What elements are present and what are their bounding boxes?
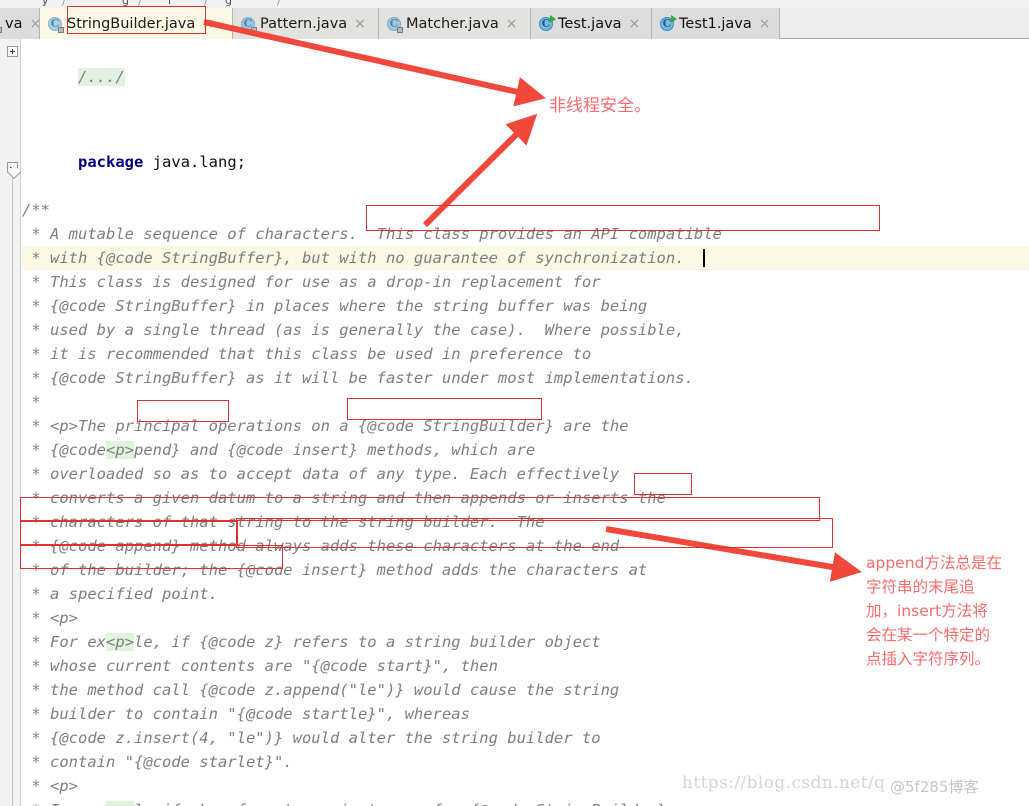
keyword-package: package (78, 153, 144, 171)
fold-placeholder[interactable]: /.../ (78, 68, 125, 86)
java-class-locked-icon: C (240, 16, 257, 33)
code-line-fold[interactable]: /.../ (22, 41, 1029, 86)
code-text: * overloaded so as to accept data of any… (22, 465, 620, 483)
breadcrumb-item-2[interactable]: r (168, 0, 173, 7)
tab-label: Pattern.java (260, 15, 348, 32)
code-line-package[interactable]: package java.lang; (22, 126, 1029, 171)
code-line-current[interactable]: * with {@code StringBuffer}, but with no… (22, 246, 1029, 270)
fold-collapse-icon[interactable] (7, 162, 18, 173)
code-line[interactable]: * a specified point. (22, 582, 1029, 606)
tab-label: Test.java (558, 15, 622, 32)
close-icon[interactable]: × (629, 17, 641, 31)
java-class-locked-icon: C (386, 16, 403, 33)
code-line[interactable]: * overloaded so as to accept data of any… (22, 462, 1029, 486)
code-line[interactable]: * the method call {@code z.append("le")}… (22, 678, 1029, 702)
fold-region-line (12, 178, 13, 806)
package-name: java.lang; (143, 153, 246, 171)
code-line[interactable]: * {@code StringBuffer} as it will be fas… (22, 366, 1029, 390)
code-text: * {@code StringBuffer} in places where t… (22, 297, 648, 315)
code-line[interactable]: * used by a single thread (as is general… (22, 318, 1029, 342)
tab-label: Matcher.java (406, 15, 499, 32)
tab-matcher-java[interactable]: C Matcher.java × (379, 8, 531, 39)
code-text: * {@code append} method always adds thes… (22, 537, 620, 555)
code-line[interactable]: * contain "{@code starlet}". (22, 750, 1029, 774)
code-content[interactable]: /.../ package java.lang; /** * A mutable… (22, 39, 1029, 806)
code-text: * it is recommended that this class be u… (22, 345, 592, 363)
close-icon[interactable]: × (202, 17, 214, 31)
breadcrumb-separator: / (277, 0, 281, 8)
code-editor[interactable]: /.../ package java.lang; /** * A mutable… (0, 39, 1029, 806)
tab-label: StringBuilder.java (67, 15, 196, 32)
code-tag-overlay: * <p> (22, 606, 1029, 651)
code-text: * characters of that string to the strin… (22, 513, 545, 531)
code-line[interactable]: /** (22, 198, 1029, 222)
fold-expand-icon[interactable] (7, 46, 18, 57)
code-line[interactable]: * of the builder; the {@code insert} met… (22, 558, 1029, 582)
code-text: * A mutable sequence of characters. This… (22, 225, 722, 243)
code-line[interactable]: * converts a given datum to a string and… (22, 486, 1029, 510)
code-line[interactable]: * {@code append} and {@code insert} meth… (22, 438, 1029, 462)
code-text: * whose current contents are "{@code sta… (22, 657, 498, 675)
editor-tab-bar: C va × C StringBuilder.java × C Pattern.… (0, 8, 1029, 39)
breadcrumb-separator: / (138, 0, 142, 8)
close-icon[interactable]: × (759, 17, 771, 31)
code-line[interactable]: * {@code StringBuffer} in places where t… (22, 294, 1029, 318)
code-text: * the method call {@code z.append("le")}… (22, 681, 620, 699)
code-text: * contain "{@code starlet}". (22, 753, 293, 771)
code-text: * {@code z.insert(4, "le")} would alter … (22, 729, 601, 747)
breadcrumb-separator: / (62, 0, 66, 8)
code-line[interactable]: * whose current contents are "{@code sta… (22, 654, 1029, 678)
breadcrumb-item-1[interactable]: g (122, 0, 129, 7)
code-tag-overlay: * <p> (22, 414, 1029, 459)
code-text: * a specified point. (22, 585, 218, 603)
code-text: * used by a single thread (as is general… (22, 321, 685, 339)
close-icon[interactable]: × (354, 17, 366, 31)
breadcrumb-separator: / (204, 0, 208, 8)
html-p-tag: <p> (106, 801, 134, 806)
editor-gutter[interactable] (0, 39, 21, 806)
code-line[interactable]: * characters of that string to the strin… (22, 510, 1029, 534)
watermark-url: https://blog.csdn.net/q (682, 773, 886, 793)
code-text: /** (22, 201, 50, 219)
code-line[interactable]: * This class is designed for use as a dr… (22, 270, 1029, 294)
code-line[interactable]: * (22, 390, 1029, 414)
code-line[interactable]: * it is recommended that this class be u… (22, 342, 1029, 366)
code-line[interactable]: * For example, if {@code z} refers to a … (22, 630, 1029, 654)
tab-label: va (5, 15, 23, 32)
java-class-runnable-icon: C (538, 14, 556, 32)
code-line[interactable]: * {@code append} method always adds thes… (22, 534, 1029, 558)
code-text: * of the builder; the {@code insert} met… (22, 561, 648, 579)
html-p-tag: <p> (106, 441, 134, 459)
code-text: * {@code StringBuffer} as it will be fas… (22, 369, 694, 387)
html-p-tag: <p> (106, 633, 134, 651)
breadcrumb-item-3[interactable]: g (225, 0, 232, 7)
code-line[interactable]: * A mutable sequence of characters. This… (22, 222, 1029, 246)
code-text: * with {@code StringBuffer}, but with no… (22, 249, 685, 267)
java-class-icon: C (0, 16, 2, 33)
text-caret (703, 249, 705, 267)
tab-pattern-java[interactable]: C Pattern.java × (233, 8, 379, 39)
tab-va[interactable]: C va × (0, 8, 41, 39)
code-line[interactable]: * builder to contain "{@code startle}", … (22, 702, 1029, 726)
close-icon[interactable]: × (506, 17, 518, 31)
tab-test1-java[interactable]: C Test1.java × (652, 8, 780, 39)
tab-stringbuilder-java[interactable]: C StringBuilder.java × (40, 8, 233, 39)
code-text: * (22, 393, 41, 411)
tab-label: Test1.java (679, 15, 752, 32)
code-text: * builder to contain "{@code startle}", … (22, 705, 470, 723)
java-class-locked-icon: C (47, 16, 64, 33)
code-line[interactable]: * {@code z.insert(4, "le")} would alter … (22, 726, 1029, 750)
code-text: * This class is designed for use as a dr… (22, 273, 601, 291)
watermark-badge: @5f285博客 (890, 778, 979, 796)
code-line[interactable]: * In general, if sb refers to an instanc… (22, 798, 1029, 806)
code-text: * converts a given datum to a string and… (22, 489, 666, 507)
breadcrumb-item-0[interactable]: y (42, 0, 49, 7)
java-class-runnable-icon: C (659, 14, 677, 32)
tab-test-java[interactable]: C Test.java × (531, 8, 652, 39)
